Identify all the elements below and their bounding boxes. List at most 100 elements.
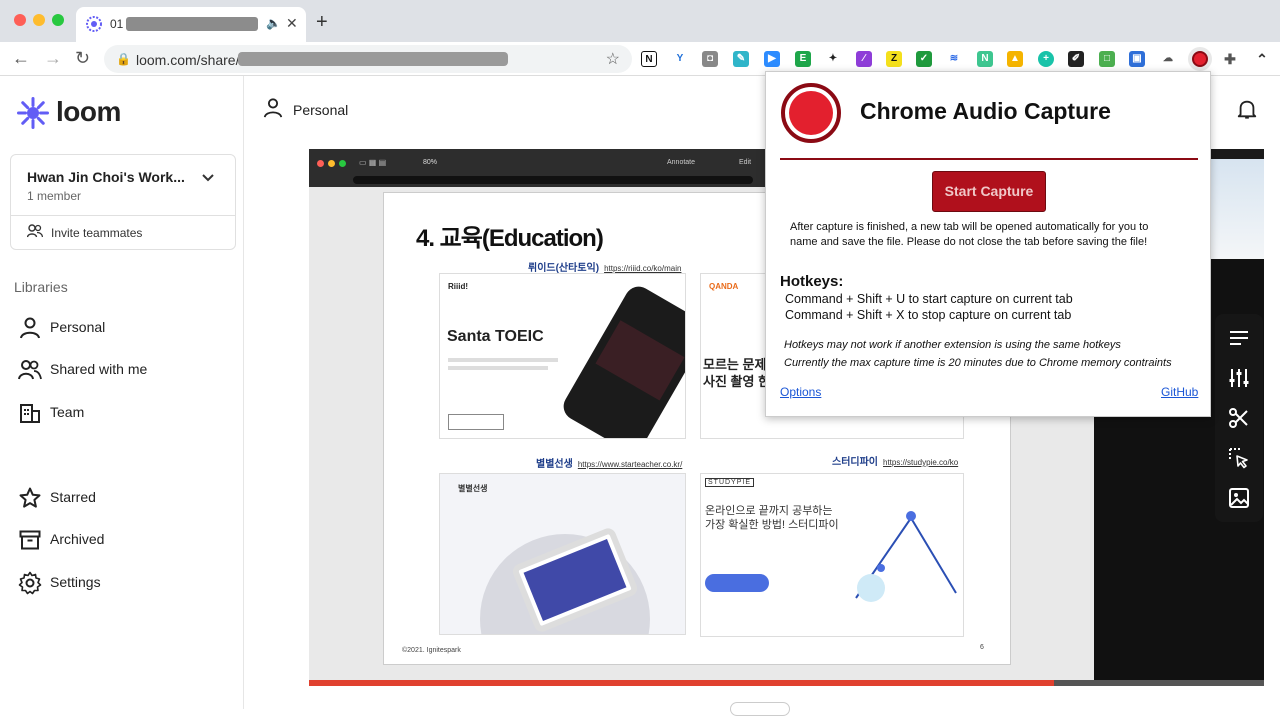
- github-link[interactable]: GitHub: [1161, 385, 1198, 399]
- nav-label: Team: [50, 404, 85, 420]
- audio-capture-popup: Chrome Audio Capture Start Capture After…: [765, 71, 1211, 417]
- y-extension-icon[interactable]: Y: [672, 51, 688, 67]
- check-extension-icon[interactable]: ✓: [916, 51, 932, 67]
- phone-screen: [595, 320, 685, 401]
- redacted-url: [238, 52, 508, 66]
- card-headline: Santa TOEIC: [447, 328, 544, 345]
- wave-extension-icon[interactable]: ≋: [946, 51, 962, 67]
- z-extension-icon[interactable]: Z: [886, 51, 902, 67]
- scissors-icon[interactable]: [1227, 406, 1251, 430]
- loom-logo-text: loom: [56, 96, 121, 127]
- address-bar[interactable]: 🔒 loom.com/share/ ☆: [104, 45, 632, 73]
- forward-icon[interactable]: →: [44, 49, 62, 67]
- card-brand: 별별선생: [458, 484, 488, 493]
- pdf-max-dot: [339, 160, 346, 167]
- tab-title: 01: [110, 17, 124, 31]
- sliders-icon[interactable]: [1227, 366, 1251, 390]
- cloud-extension-icon[interactable]: ☁: [1160, 51, 1176, 67]
- webcam-photo: [1211, 159, 1264, 259]
- start-capture-button[interactable]: Start Capture: [932, 171, 1046, 212]
- loom-favicon-icon: [86, 16, 102, 32]
- gear-icon: [18, 571, 42, 595]
- audio-capture-extension-icon[interactable]: [1188, 47, 1212, 71]
- zoom-extension-icon[interactable]: ▶: [764, 51, 780, 67]
- profile-icon[interactable]: ⌃: [1254, 51, 1270, 67]
- invite-people-icon: [27, 224, 43, 238]
- minimize-window-button[interactable]: [33, 14, 45, 26]
- invite-teammates-link[interactable]: Invite teammates: [51, 226, 142, 240]
- card-headline: 모르는 문제 사진 촬영 한: [703, 357, 770, 389]
- box-extension-icon[interactable]: □: [1099, 51, 1115, 67]
- new-tab-button[interactable]: +: [316, 12, 328, 32]
- maximize-window-button[interactable]: [52, 14, 64, 26]
- browser-tab[interactable]: 01 🔈 ✕: [76, 7, 306, 42]
- workspace-switcher[interactable]: Hwan Jin Choi's Work... 1 member Invite …: [10, 154, 236, 250]
- card-brand: QANDA: [709, 282, 739, 291]
- pen-extension-icon[interactable]: ✐: [1068, 51, 1084, 67]
- people-icon: [18, 360, 42, 380]
- phone-mockup: [558, 281, 685, 438]
- breadcrumb-personal[interactable]: Personal: [293, 102, 348, 118]
- pdf-zoom: 80%: [423, 159, 438, 166]
- card-url: https://riiid.co/ko/main: [604, 264, 682, 273]
- pdf-annotate: Annotate: [667, 159, 696, 166]
- feather-extension-icon[interactable]: ✎: [733, 51, 749, 67]
- transcript-icon[interactable]: [1227, 326, 1251, 350]
- photo-extension-icon[interactable]: ▣: [1129, 51, 1145, 67]
- reload-icon[interactable]: ↻: [75, 49, 90, 67]
- speaker-icon[interactable]: 🔈: [266, 16, 281, 30]
- slide-title: 4. 교육(Education): [416, 225, 604, 252]
- card-text-line: [448, 366, 548, 370]
- close-tab-icon[interactable]: ✕: [286, 15, 298, 32]
- camera-extension-icon[interactable]: ◘: [702, 51, 718, 67]
- capture-limit-note: Currently the max capture time is 20 min…: [784, 357, 1172, 369]
- puzzle-extensions-icon[interactable]: ✚: [1222, 51, 1238, 67]
- building-icon: [20, 404, 40, 423]
- hotkey-stop: Command + Shift + X to stop capture on c…: [785, 308, 1072, 322]
- pdf-search-bar: [353, 176, 753, 184]
- nav-label: Personal: [50, 319, 106, 335]
- mountain-illustration-icon: [855, 511, 957, 602]
- drive-extension-icon[interactable]: ▲: [1007, 51, 1023, 67]
- card-brand: Riiid!: [448, 282, 468, 291]
- video-progress-bar[interactable]: [309, 680, 1264, 686]
- loom-logo-icon: [17, 97, 49, 129]
- card-caption-text: 스터디파이: [832, 457, 878, 468]
- popup-info-text: After capture is finished, a new tab wil…: [790, 221, 1149, 248]
- bird-extension-icon[interactable]: ✦: [825, 51, 841, 67]
- nav-label: Starred: [50, 489, 96, 505]
- notion-extension-icon[interactable]: N: [641, 51, 657, 67]
- tab-strip: 01 🔈 ✕ +: [0, 0, 1280, 42]
- back-icon[interactable]: ←: [12, 49, 30, 67]
- chevron-down-icon[interactable]: [201, 173, 215, 183]
- card-url: https://studypie.co/ko: [883, 458, 959, 467]
- cursor-select-icon[interactable]: [1227, 446, 1251, 470]
- record-icon: [781, 83, 841, 143]
- video-tools-panel: [1215, 314, 1263, 522]
- pdf-edit: Edit: [739, 159, 752, 166]
- popup-title: Chrome Audio Capture: [860, 98, 1111, 124]
- slide-footer: ©2021. Ignitespark: [402, 647, 461, 654]
- card-caption: 뤼이드(산타토익) https://riiid.co/ko/main: [528, 259, 681, 274]
- evernote-extension-icon[interactable]: E: [795, 51, 811, 67]
- archive-icon: [19, 530, 41, 550]
- quill-extension-icon[interactable]: ∕: [856, 51, 872, 67]
- hotkeys-header: Hotkeys:: [780, 273, 844, 290]
- options-link[interactable]: Options: [780, 385, 821, 399]
- popup-divider: [780, 158, 1198, 160]
- card-cta-button: [705, 574, 769, 592]
- bell-icon[interactable]: [1236, 98, 1258, 120]
- url-text: loom.com/share/: [136, 52, 240, 68]
- n-extension-icon[interactable]: N: [977, 51, 993, 67]
- card-studypie: STUDYPIE 온라인으로 끝까지 공부하는 가장 확실한 방법! 스터디파이: [700, 473, 964, 637]
- bookmark-star-icon[interactable]: ☆: [606, 49, 620, 69]
- person-icon: [20, 317, 40, 339]
- plus-extension-icon[interactable]: +: [1038, 51, 1054, 67]
- card-button: [448, 414, 504, 430]
- loom-sidebar: loom Hwan Jin Choi's Work... 1 member In…: [0, 76, 244, 709]
- close-window-button[interactable]: [14, 14, 26, 26]
- card-santa-toeic: Riiid! Santa TOEIC: [439, 273, 686, 439]
- video-bottom-control[interactable]: [730, 702, 790, 716]
- image-icon[interactable]: [1227, 486, 1251, 510]
- lock-icon: 🔒: [116, 52, 131, 66]
